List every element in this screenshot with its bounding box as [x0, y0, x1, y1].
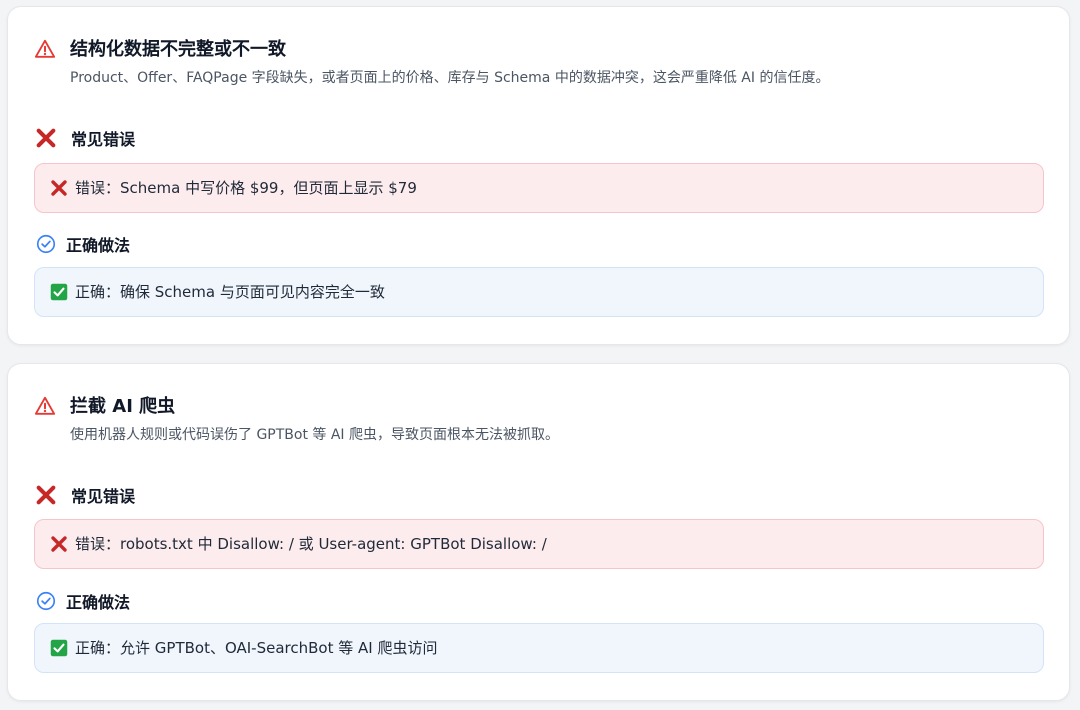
mistake-example-box: 错误：Schema 中写价格 $99，但页面上显示 $79 — [34, 163, 1044, 213]
warning-triangle-icon — [34, 39, 56, 58]
cross-mark-icon — [51, 180, 67, 196]
mistake-example-box: 错误：robots.txt 中 Disallow: / 或 User-agent… — [34, 519, 1044, 569]
issue-card: 结构化数据不完整或不一致 Product、Offer、FAQPage 字段缺失，… — [7, 6, 1070, 345]
check-box-icon — [50, 639, 68, 657]
check-box-icon — [50, 283, 68, 301]
issue-card: 拦截 AI 爬虫 使用机器人规则或代码误伤了 GPTBot 等 AI 爬虫，导致… — [7, 363, 1070, 701]
fix-example-box: 正确：确保 Schema 与页面可见内容完全一致 — [34, 267, 1044, 317]
fix-example-text: 正确：确保 Schema 与页面可见内容完全一致 — [75, 283, 385, 301]
cross-mark-icon — [36, 128, 56, 148]
mistake-example-text: 错误：robots.txt 中 Disallow: / 或 User-agent… — [75, 535, 547, 553]
check-circle-icon — [36, 234, 56, 254]
fix-heading-label: 正确做法 — [66, 593, 131, 612]
cross-mark-icon — [51, 536, 67, 552]
fix-example-text: 正确：允许 GPTBot、OAI-SearchBot 等 AI 爬虫访问 — [75, 639, 438, 657]
issue-title: 拦截 AI 爬虫 — [70, 396, 176, 417]
mistake-example-text: 错误：Schema 中写价格 $99，但页面上显示 $79 — [75, 179, 417, 197]
check-circle-icon — [36, 591, 56, 611]
cross-mark-icon — [36, 485, 56, 505]
issue-description: Product、Offer、FAQPage 字段缺失，或者页面上的价格、库存与 … — [70, 70, 830, 86]
mistake-heading-label: 常见错误 — [71, 487, 136, 506]
warning-triangle-icon — [34, 396, 56, 415]
issue-title: 结构化数据不完整或不一致 — [70, 39, 286, 60]
mistake-heading-label: 常见错误 — [71, 130, 136, 149]
fix-example-box: 正确：允许 GPTBot、OAI-SearchBot 等 AI 爬虫访问 — [34, 623, 1044, 673]
issue-description: 使用机器人规则或代码误伤了 GPTBot 等 AI 爬虫，导致页面根本无法被抓取… — [70, 427, 560, 443]
fix-heading-label: 正确做法 — [66, 236, 131, 255]
